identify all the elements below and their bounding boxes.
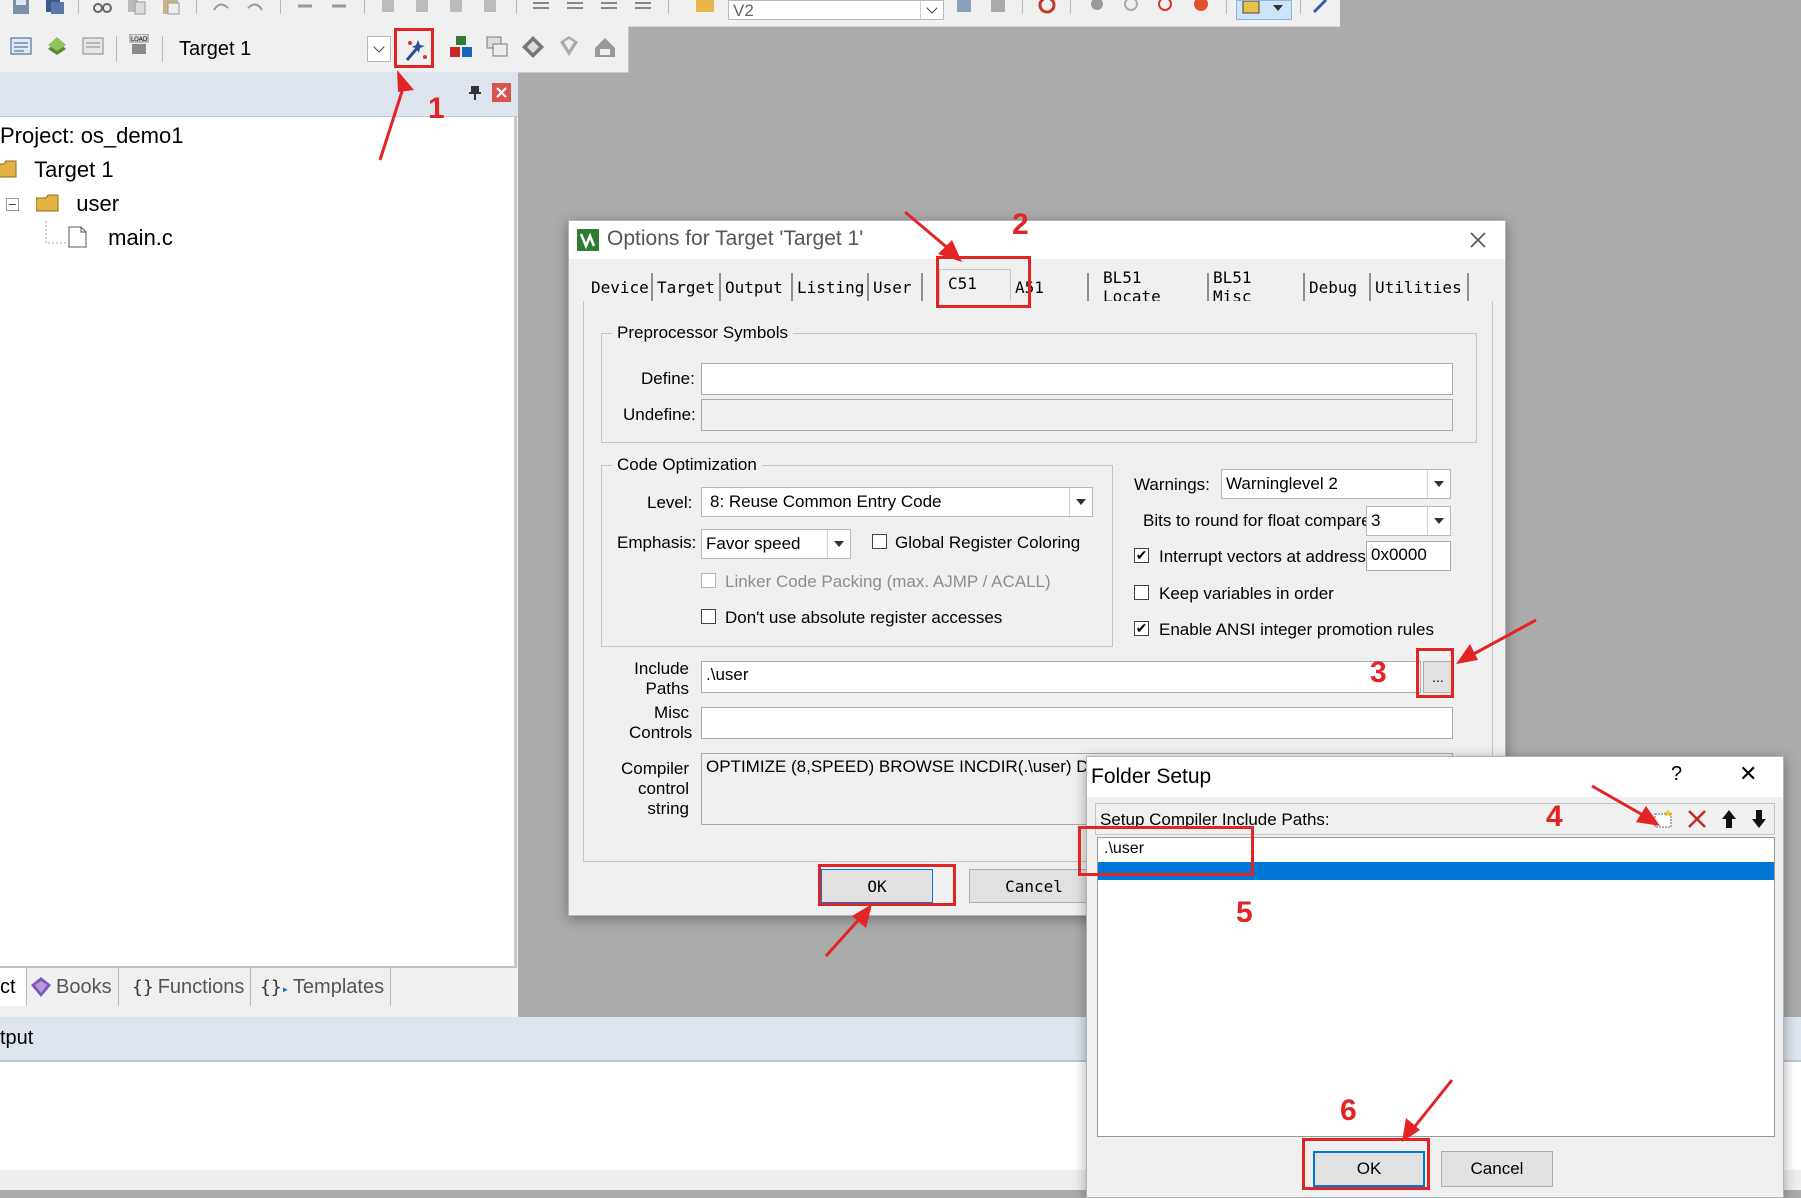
annotation-arrows — [378, 70, 1660, 1142]
